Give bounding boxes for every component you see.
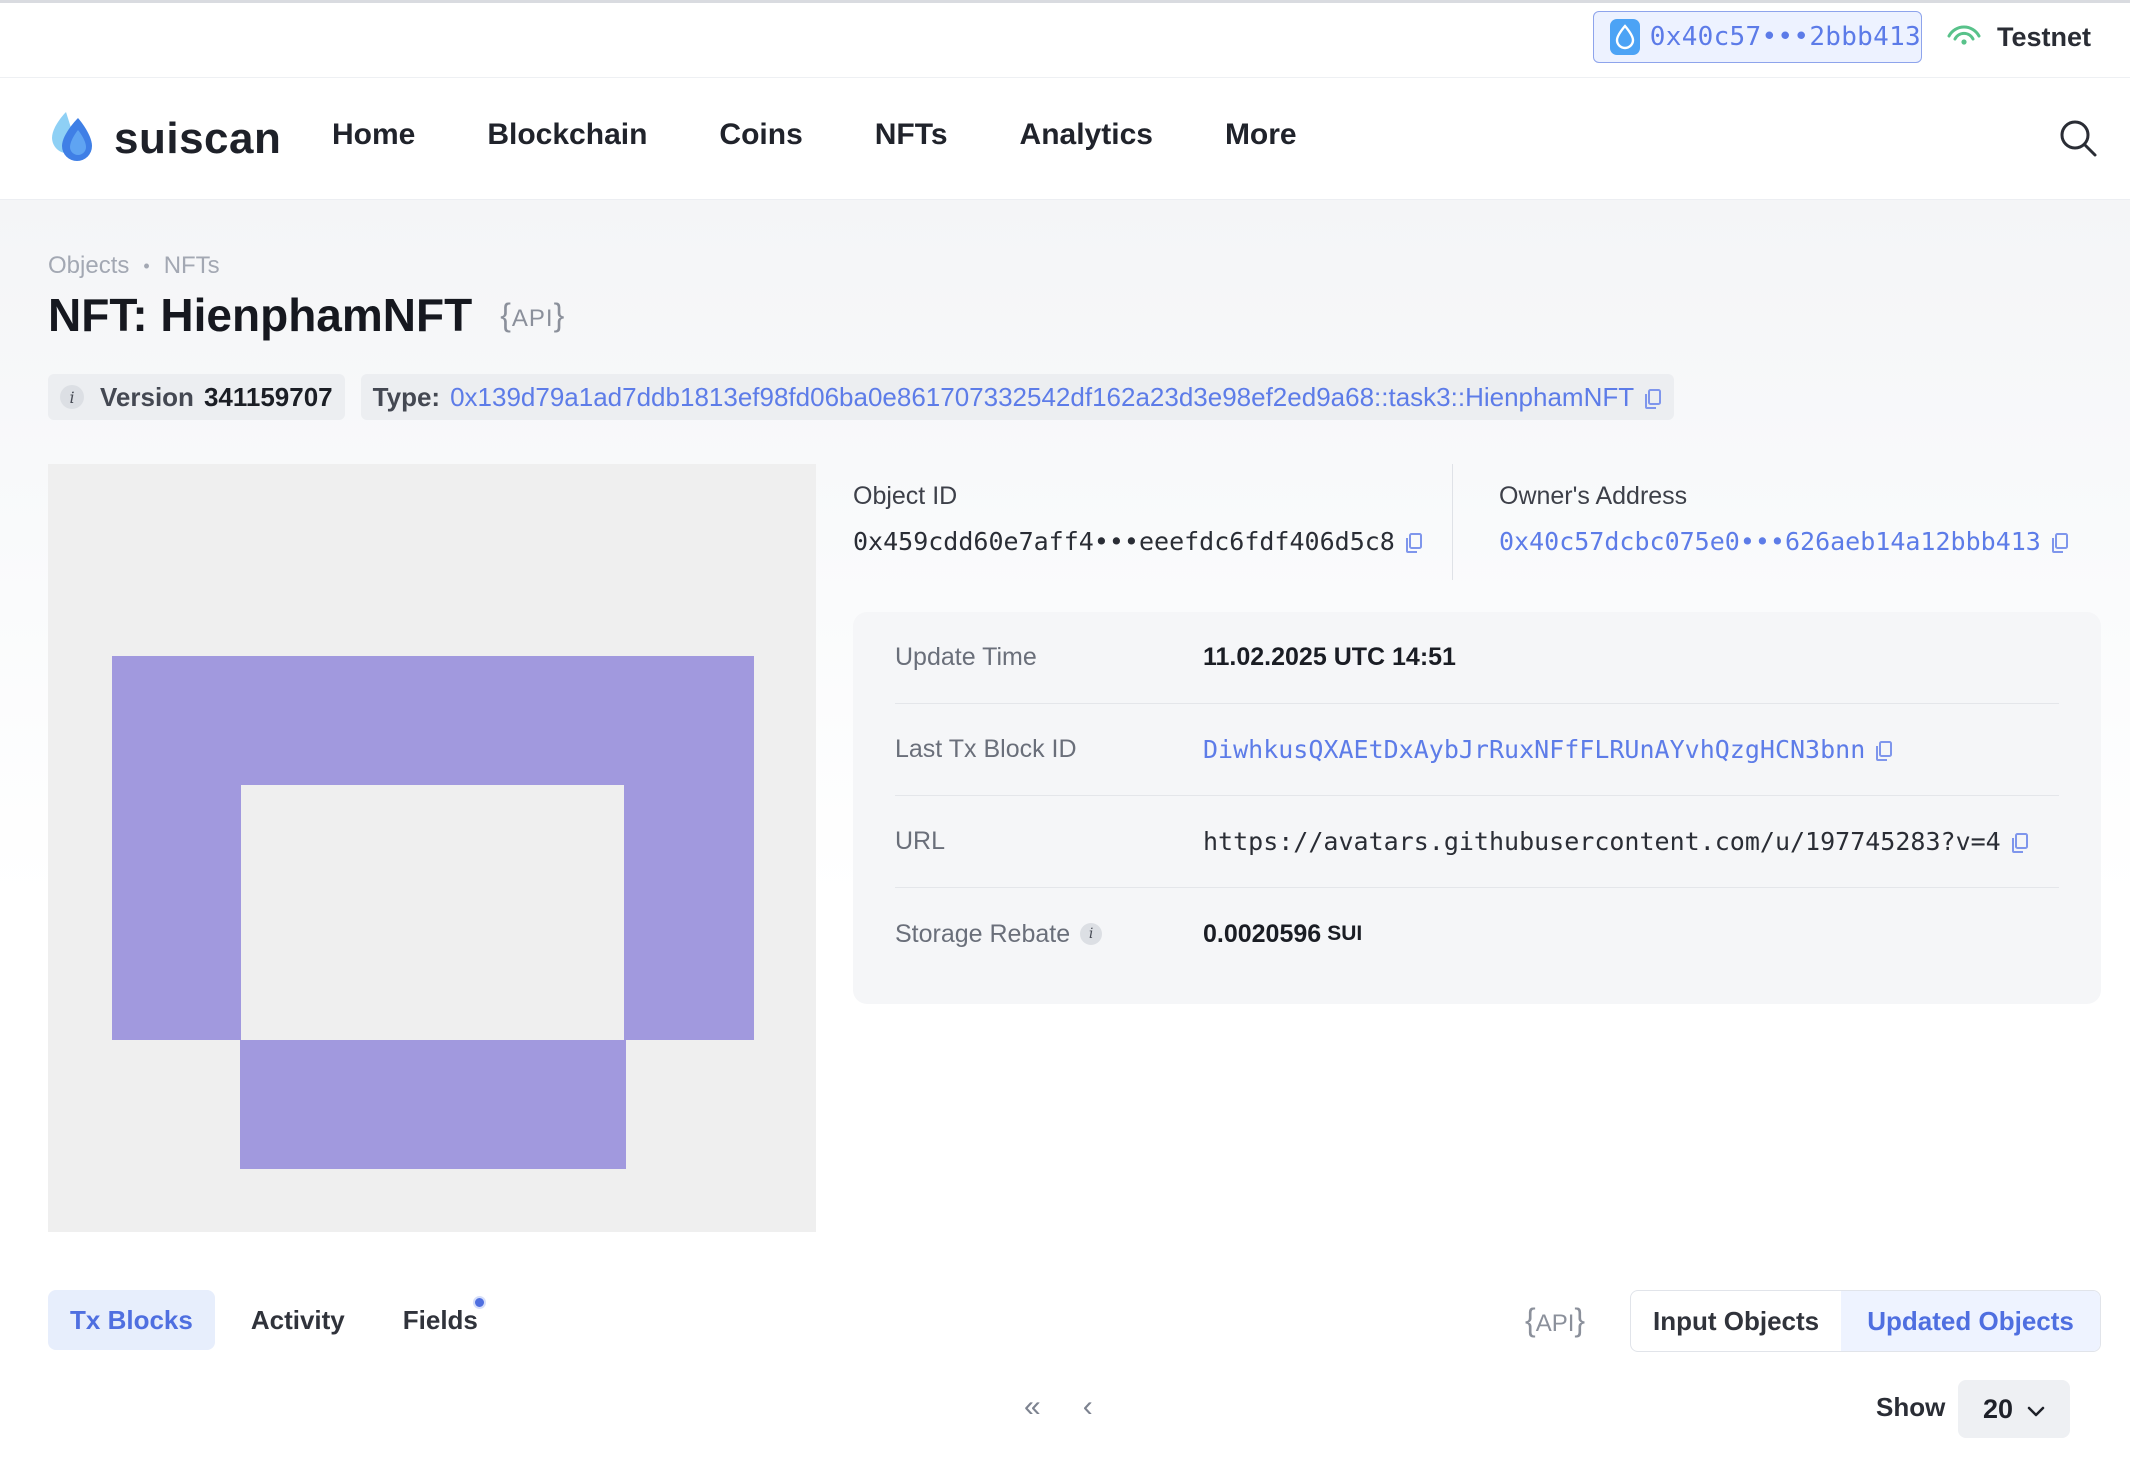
detail-key: Update Time bbox=[895, 643, 1037, 671]
details-card: Update Time 11.02.2025 UTC 14:51 Last Tx… bbox=[853, 612, 2101, 1004]
object-id-block: Object ID 0x459cdd60e7aff4•••eeefdc6fdf4… bbox=[853, 482, 1423, 556]
detail-value: DiwhkusQXAEtDxAybJrRuxNFfFLRUnAYvhQzgHCN… bbox=[1203, 735, 1893, 764]
main-nav: Home Blockchain Coins NFTs Analytics Mor… bbox=[332, 118, 1369, 152]
object-id-label: Object ID bbox=[853, 482, 958, 510]
tab-activity[interactable]: Activity bbox=[229, 1290, 367, 1350]
owner-address-link[interactable]: 0x40c57dcbc075e0•••626aeb14a12bbb413 bbox=[1499, 527, 2041, 556]
show-label: Show bbox=[1876, 1392, 1946, 1422]
object-id-text: 0x459cdd60e7aff4•••eeefdc6fdf406d5c8 bbox=[853, 527, 1395, 556]
objects-toggle: Input Objects Updated Objects bbox=[1630, 1290, 2101, 1352]
detail-key: Storage Rebate i bbox=[895, 920, 1203, 949]
updated-objects-option[interactable]: Updated Objects bbox=[1841, 1291, 2100, 1351]
storage-rebate-label: Storage Rebate bbox=[895, 919, 1071, 948]
detail-value: https://avatars.githubusercontent.com/u/… bbox=[1203, 827, 2029, 856]
breadcrumb-separator: • bbox=[143, 255, 150, 276]
version-label: Version bbox=[100, 381, 194, 412]
logo[interactable]: suiscan bbox=[48, 108, 281, 169]
top-strip: 0x40c57•••2bbb413 Testnet bbox=[0, 0, 2130, 78]
network-selector[interactable]: Testnet bbox=[1945, 17, 2091, 57]
logo-text: suiscan bbox=[114, 113, 282, 163]
main-header: suiscan Home Blockchain Coins NFTs Analy… bbox=[0, 78, 2130, 200]
object-id-value: 0x459cdd60e7aff4•••eeefdc6fdf406d5c8 bbox=[853, 527, 1423, 556]
nav-blockchain[interactable]: Blockchain bbox=[487, 118, 647, 152]
suiscan-logo-icon bbox=[48, 108, 102, 169]
first-page-icon[interactable]: « bbox=[1024, 1390, 1041, 1424]
tab-bar: Tx Blocks Activity Fields bbox=[48, 1290, 514, 1350]
page-title: NFT: HienphamNFT bbox=[48, 289, 473, 341]
copy-icon[interactable] bbox=[1875, 739, 1893, 761]
breadcrumb-objects[interactable]: Objects bbox=[48, 252, 129, 280]
nft-pixel-art bbox=[48, 464, 816, 1232]
copy-icon[interactable] bbox=[2051, 531, 2069, 553]
notification-dot bbox=[472, 1296, 486, 1309]
tab-fields-label: Fields bbox=[402, 1304, 478, 1335]
nav-coins[interactable]: Coins bbox=[719, 118, 802, 152]
nft-image bbox=[48, 464, 816, 1232]
detail-key: Last Tx Block ID bbox=[895, 735, 1077, 763]
owner-address: 0x40c57dcbc075e0•••626aeb14a12bbb413 bbox=[1499, 527, 2069, 556]
signal-icon bbox=[1945, 22, 1983, 53]
divider bbox=[1452, 464, 1453, 580]
detail-row-url: URL https://avatars.githubusercontent.co… bbox=[895, 796, 2059, 888]
wallet-address: 0x40c57•••2bbb413 bbox=[1649, 22, 1921, 52]
type-link[interactable]: 0x139d79a1ad7ddb1813ef98fd06ba0e86170733… bbox=[450, 382, 1634, 413]
wallet-button[interactable]: 0x40c57•••2bbb413 bbox=[1593, 11, 1922, 63]
type-chip: Type: 0x139d79a1ad7ddb1813ef98fd06ba0e86… bbox=[360, 374, 1675, 420]
info-icon[interactable]: i bbox=[1080, 923, 1103, 945]
type-label: Type: bbox=[372, 381, 441, 412]
api-label: API bbox=[1535, 1310, 1575, 1337]
detail-value: 0.0020596 SUI bbox=[1203, 920, 1362, 949]
copy-icon[interactable] bbox=[1644, 386, 1662, 409]
tab-tx-blocks[interactable]: Tx Blocks bbox=[48, 1290, 215, 1350]
chevron-down-icon bbox=[2027, 1394, 2045, 1425]
network-label: Testnet bbox=[1997, 21, 2092, 52]
copy-icon[interactable] bbox=[1405, 531, 1423, 553]
api-link[interactable]: {API} bbox=[1525, 1302, 1585, 1339]
breadcrumb-nfts[interactable]: NFTs bbox=[164, 252, 220, 280]
version-chip: i Version 341159707 bbox=[48, 374, 345, 420]
sui-drop-icon bbox=[1610, 19, 1640, 55]
input-objects-option[interactable]: Input Objects bbox=[1631, 1291, 1841, 1351]
info-icon[interactable]: i bbox=[60, 385, 84, 409]
page-size-value: 20 bbox=[1982, 1393, 2014, 1424]
page-size-select[interactable]: 20 bbox=[1958, 1380, 2070, 1438]
page-content: Objects • NFTs NFT: HienphamNFT {API} i … bbox=[0, 200, 2130, 1470]
nav-more[interactable]: More bbox=[1225, 118, 1297, 152]
meta-row: i Version 341159707 Type: 0x139d79a1ad7d… bbox=[48, 374, 1675, 420]
owner-label: Owner's Address bbox=[1499, 482, 1688, 510]
detail-row-update-time: Update Time 11.02.2025 UTC 14:51 bbox=[895, 612, 2059, 704]
nav-analytics[interactable]: Analytics bbox=[1020, 118, 1153, 152]
storage-rebate-value: 0.0020596 bbox=[1203, 919, 1322, 948]
sui-unit: SUI bbox=[1327, 922, 1363, 945]
title-row: NFT: HienphamNFT {API} bbox=[48, 288, 565, 342]
detail-value: 11.02.2025 UTC 14:51 bbox=[1203, 643, 1456, 671]
owner-block: Owner's Address 0x40c57dcbc075e0•••626ae… bbox=[1499, 482, 2069, 556]
last-tx-link[interactable]: DiwhkusQXAEtDxAybJrRuxNFfFLRUnAYvhQzgHCN… bbox=[1203, 735, 1865, 764]
nav-home[interactable]: Home bbox=[332, 118, 415, 152]
prev-page-icon[interactable]: ‹ bbox=[1083, 1390, 1093, 1424]
api-label: API bbox=[511, 304, 554, 332]
api-link[interactable]: {API} bbox=[500, 297, 565, 334]
copy-icon[interactable] bbox=[2011, 831, 2029, 853]
nav-nfts[interactable]: NFTs bbox=[875, 118, 948, 152]
detail-key: URL bbox=[895, 827, 946, 855]
breadcrumb: Objects • NFTs bbox=[48, 252, 220, 280]
detail-row-last-tx: Last Tx Block ID DiwhkusQXAEtDxAybJrRuxN… bbox=[895, 704, 2059, 796]
tab-fields[interactable]: Fields bbox=[381, 1290, 500, 1350]
detail-row-storage-rebate: Storage Rebate i 0.0020596 SUI bbox=[895, 888, 2059, 980]
pagination: « ‹ bbox=[1024, 1390, 1093, 1424]
url-text: https://avatars.githubusercontent.com/u/… bbox=[1203, 827, 2001, 856]
version-value: 341159707 bbox=[203, 381, 333, 412]
search-icon[interactable] bbox=[2058, 118, 2098, 158]
